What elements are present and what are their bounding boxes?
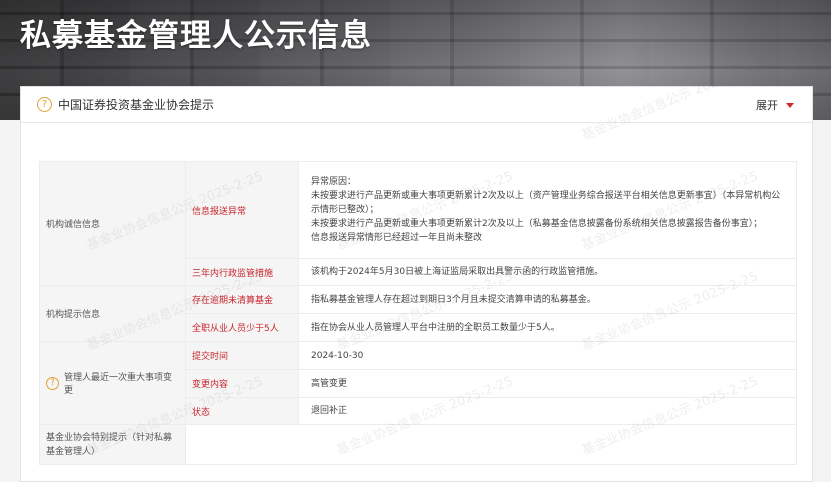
abnormal-line: 未按要求进行产品更新或重大事项更新累计2次及以上（私募基金信息披露备份系统相关信… (311, 219, 763, 229)
label-staff-under-five: 全职从业人员少于5人 (185, 313, 299, 342)
table-row: ? 管理人最近一次重大事项变更 提交时间 2024-10-30 (39, 341, 797, 425)
label-change-content: 变更内容 (185, 369, 299, 398)
question-icon[interactable]: ? (46, 376, 59, 390)
expand-button[interactable]: 展开 (756, 87, 794, 123)
value-regulatory-measures: 该机构于2024年5月30日被上海证监局采取出具警示函的行政监管措施。 (298, 258, 797, 286)
label-regulatory-measures: 三年内行政监管措施 (185, 258, 299, 286)
label-info-report-abnormal: 信息报送异常 (185, 161, 299, 259)
value-staff-under-five: 指在协会从业人员管理人平台中注册的全职员工数量少于5人。 (298, 313, 797, 342)
value-submit-time: 2024-10-30 (298, 341, 797, 370)
category-tips: 机构提示信息 (39, 285, 186, 342)
question-icon: ? (37, 97, 52, 112)
notice-title: 中国证券投资基金业协会提示 (58, 98, 215, 112)
abnormal-line: 未按要求进行产品更新或重大事项更新累计2次及以上（资产管理业务综合报送平台相关信… (311, 191, 781, 215)
value-special-notice (185, 424, 797, 465)
table-row: 基金业协会特别提示（针对私募基金管理人） (39, 424, 797, 465)
info-table: 机构诚信信息 信息报送异常 异常原因： 未按要求进行产品更新或重大事项更新累计2… (39, 161, 797, 465)
abnormal-line: 信息报送异常情形已经超过一年且尚未整改 (311, 233, 483, 243)
value-status: 退回补正 (298, 397, 797, 425)
label-overdue-liquidation: 存在逾期未清算基金 (185, 285, 299, 314)
major-change-label: 管理人最近一次重大事项变更 (64, 373, 173, 396)
value-overdue-liquidation: 指私募基金管理人存在超过到期日3个月且未提交清算申请的私募基金。 (298, 285, 797, 314)
table-row: 机构诚信信息 信息报送异常 异常原因： 未按要求进行产品更新或重大事项更新累计2… (39, 161, 797, 286)
abnormal-line: 异常原因： (311, 177, 357, 187)
category-special-notice: 基金业协会特别提示（针对私募基金管理人） (39, 424, 186, 465)
table-row: 机构提示信息 存在逾期未清算基金 指私募基金管理人存在超过到期日3个月且未提交清… (39, 285, 797, 342)
value-change-content: 高管变更 (298, 369, 797, 398)
category-integrity: 机构诚信信息 (39, 161, 186, 286)
notice-header: ? 中国证券投资基金业协会提示 展开 (21, 87, 812, 123)
category-major-change: ? 管理人最近一次重大事项变更 (39, 341, 186, 425)
value-info-report-abnormal: 异常原因： 未按要求进行产品更新或重大事项更新累计2次及以上（资产管理业务综合报… (298, 161, 797, 259)
page-title: 私募基金管理人公示信息 (20, 18, 372, 54)
caret-down-icon (786, 102, 794, 108)
label-submit-time: 提交时间 (185, 341, 299, 370)
notice-card: ? 中国证券投资基金业协会提示 展开 机构诚信信息 信息报送异常 异常原因： 未… (20, 86, 813, 482)
expand-label: 展开 (756, 99, 778, 112)
label-status: 状态 (185, 397, 299, 425)
